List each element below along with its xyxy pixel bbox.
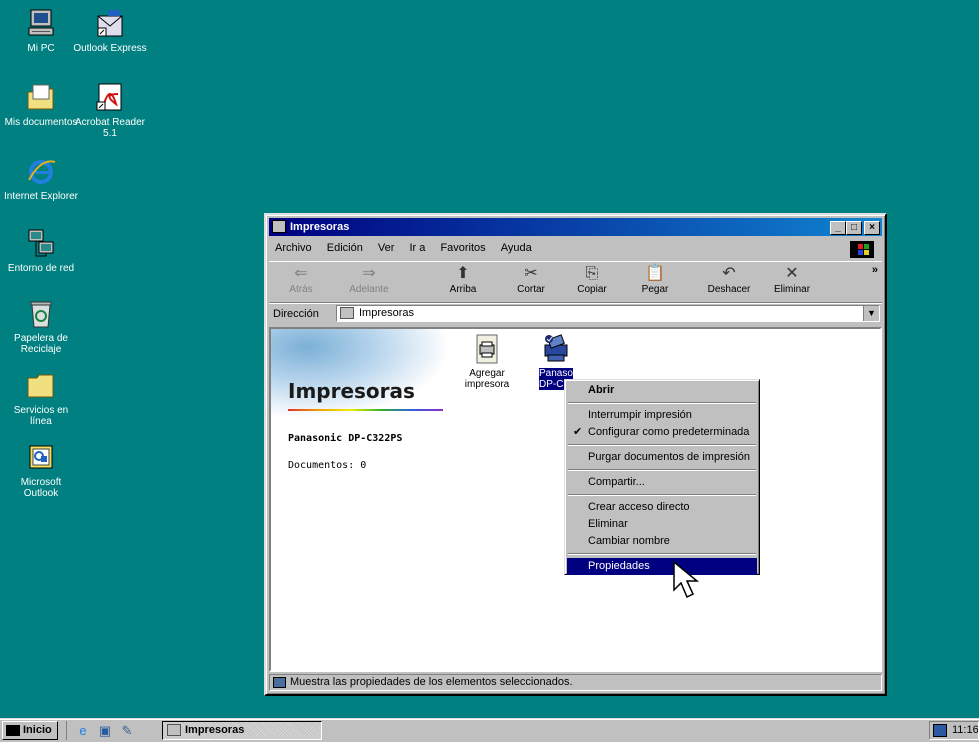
menu-separator bbox=[568, 469, 756, 471]
title-underline bbox=[288, 409, 443, 411]
address-bar: Dirección Impresoras ▼ bbox=[269, 303, 882, 326]
menu-ayuda[interactable]: Ayuda bbox=[495, 239, 538, 257]
menu-item-purge-documents[interactable]: Purgar documentos de impresión bbox=[567, 449, 757, 466]
status-text: Muestra las propiedades de los elementos… bbox=[290, 676, 573, 688]
desktop-icon-outlook-express[interactable]: Outlook Express bbox=[73, 8, 147, 54]
desktop-icon-recycle-bin[interactable]: Papelera de Reciclaje bbox=[4, 298, 78, 355]
taskbar: Inicio e ▣ ✎ Impresoras 11:16 a.m. bbox=[0, 718, 979, 742]
desktop-icon-microsoft-outlook[interactable]: Microsoft Outlook bbox=[4, 442, 78, 499]
desktop-icon[interactable]: ▣ bbox=[97, 723, 113, 738]
delete-x-icon: ✕ bbox=[785, 265, 799, 282]
my-documents-icon bbox=[25, 82, 57, 114]
internet-explorer-icon bbox=[25, 156, 57, 188]
mouse-pointer-icon bbox=[673, 560, 700, 599]
copy-icon: ⎘ bbox=[585, 265, 599, 282]
close-button[interactable]: × bbox=[864, 221, 880, 235]
undo-icon: ↶ bbox=[722, 265, 736, 282]
printer-folder-icon bbox=[167, 724, 181, 736]
menu-item-pause-printing[interactable]: Interrumpir impresión bbox=[567, 407, 757, 424]
maximize-button[interactable]: □ bbox=[846, 221, 862, 235]
forward-button[interactable]: ⇒ Adelante bbox=[343, 264, 395, 300]
menu-ver[interactable]: Ver bbox=[372, 239, 401, 257]
menu-archivo[interactable]: Archivo bbox=[269, 239, 318, 257]
title-bar[interactable]: Impresoras _ □ × bbox=[269, 218, 882, 236]
system-tray: 11:16 a.m. bbox=[929, 721, 979, 740]
menu-item-create-shortcut[interactable]: Crear acceso directo bbox=[567, 499, 757, 516]
menu-bar: Archivo Edición Ver Ir a Favoritos Ayuda bbox=[269, 239, 882, 259]
status-text-panel: Muestra las propiedades de los elementos… bbox=[269, 674, 882, 691]
menu-item-delete[interactable]: Eliminar bbox=[567, 516, 757, 533]
add-printer-label: Agregar impresora bbox=[464, 368, 510, 390]
desktop-icon-acrobat-reader[interactable]: Acrobat Reader 5.1 bbox=[73, 82, 147, 139]
internet-explorer-icon[interactable]: e bbox=[75, 723, 91, 738]
menu-separator bbox=[568, 402, 756, 404]
page-title: Impresoras bbox=[288, 379, 415, 403]
menu-item-rename[interactable]: Cambiar nombre bbox=[567, 533, 757, 550]
menu-item-share[interactable]: Compartir... bbox=[567, 474, 757, 491]
back-button[interactable]: ⇐ Atrás bbox=[275, 264, 327, 300]
menu-separator bbox=[568, 553, 756, 555]
clock[interactable]: 11:16 a.m. bbox=[952, 724, 978, 736]
desktop-icon-network[interactable]: Entorno de red bbox=[4, 228, 78, 274]
printer-context-menu: Abrir Interrumpir impresión ✔ Configurar… bbox=[564, 379, 760, 575]
network-tray-icon[interactable] bbox=[933, 724, 947, 737]
menu-favoritos[interactable]: Favoritos bbox=[434, 239, 491, 257]
desktop-icon-online-services[interactable]: Servicios en línea bbox=[4, 370, 78, 427]
status-bar: Muestra las propiedades de los elementos… bbox=[269, 674, 882, 692]
desktop-icon-my-documents[interactable]: Mis documentos bbox=[4, 82, 78, 128]
desktop-icon-internet-explorer[interactable]: Internet Explorer bbox=[4, 156, 78, 202]
standard-toolbar: ⇐ Atrás ⇒ Adelante ⬆ Arriba ✂ Cortar ⎘ C… bbox=[269, 261, 882, 303]
paste-icon: 📋 bbox=[645, 265, 665, 282]
up-folder-icon: ⬆ bbox=[456, 265, 470, 282]
printer-icon bbox=[540, 333, 572, 365]
channels-icon[interactable]: ✎ bbox=[119, 723, 135, 738]
online-services-folder-icon bbox=[25, 370, 57, 402]
printer-folder-icon bbox=[272, 220, 286, 233]
menu-separator bbox=[568, 444, 756, 446]
taskbar-button-impresoras[interactable]: Impresoras bbox=[162, 721, 322, 740]
window-title: Impresoras bbox=[290, 221, 350, 233]
start-button[interactable]: Inicio bbox=[2, 721, 58, 740]
outlook-express-icon bbox=[94, 8, 126, 40]
windows-flag-icon bbox=[6, 725, 20, 736]
up-button[interactable]: ⬆ Arriba bbox=[437, 264, 489, 300]
my-computer-icon bbox=[25, 8, 57, 40]
microsoft-outlook-icon bbox=[25, 442, 57, 474]
computer-status-icon bbox=[273, 677, 286, 688]
copy-button[interactable]: ⎘ Copiar bbox=[566, 264, 618, 300]
webview-header-graphic bbox=[271, 329, 451, 419]
address-label: Dirección bbox=[273, 308, 319, 320]
add-printer-icon bbox=[471, 333, 503, 365]
recycle-bin-icon bbox=[25, 298, 57, 330]
add-printer-item[interactable]: Agregar impresora bbox=[457, 333, 517, 390]
minimize-button[interactable]: _ bbox=[830, 221, 846, 235]
scissors-icon: ✂ bbox=[524, 265, 538, 282]
network-neighborhood-icon bbox=[25, 228, 57, 260]
quick-launch-bar: e ▣ ✎ bbox=[66, 721, 155, 740]
toolbar-more-chevron[interactable]: » bbox=[872, 264, 878, 276]
acrobat-reader-icon bbox=[94, 82, 126, 114]
desktop-icon-my-computer[interactable]: Mi PC bbox=[4, 8, 78, 54]
address-input[interactable]: Impresoras ▼ bbox=[336, 305, 880, 322]
paste-button[interactable]: 📋 Pegar bbox=[629, 264, 681, 300]
undo-button[interactable]: ↶ Deshacer bbox=[703, 264, 755, 300]
forward-arrow-icon: ⇒ bbox=[362, 265, 376, 282]
cut-button[interactable]: ✂ Cortar bbox=[505, 264, 557, 300]
menu-separator bbox=[568, 494, 756, 496]
back-arrow-icon: ⇐ bbox=[294, 265, 308, 282]
menu-item-open[interactable]: Abrir bbox=[567, 382, 757, 399]
menu-item-properties[interactable]: Propiedades bbox=[567, 558, 757, 575]
chevron-down-icon[interactable]: ▼ bbox=[863, 306, 879, 321]
delete-button[interactable]: ✕ Eliminar bbox=[766, 264, 818, 300]
windows-logo-icon bbox=[850, 241, 874, 258]
printer-folder-icon bbox=[340, 307, 354, 319]
menu-edicion[interactable]: Edición bbox=[321, 239, 369, 257]
checkmark-icon: ✔ bbox=[573, 426, 583, 438]
menu-item-set-default[interactable]: ✔ Configurar como predeterminada bbox=[567, 424, 757, 441]
selected-printer-name: Panasonic DP-C322PS bbox=[288, 433, 403, 444]
menu-ir-a[interactable]: Ir a bbox=[403, 239, 431, 257]
documents-count: Documentos: 0 bbox=[288, 460, 367, 471]
